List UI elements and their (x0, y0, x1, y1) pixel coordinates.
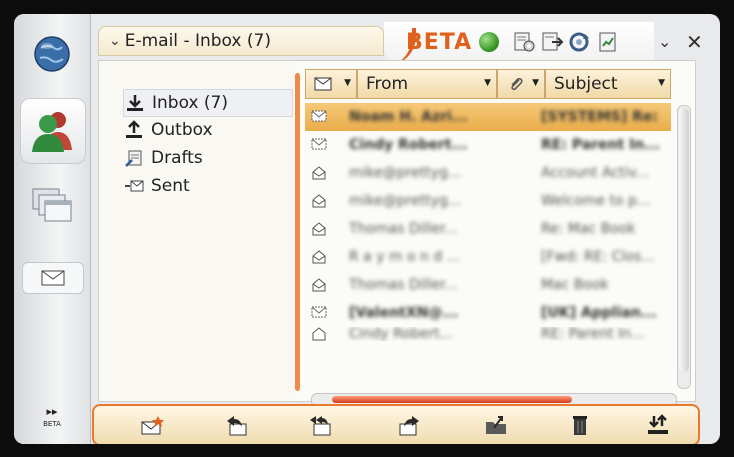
message-subject: Account Activ... (541, 165, 649, 181)
sync-icon[interactable] (568, 30, 592, 54)
sent-icon (123, 176, 145, 196)
send-receive-icon[interactable] (646, 414, 670, 436)
forward-icon[interactable] (398, 414, 422, 436)
message-from: Thomas Diller... (349, 277, 458, 293)
window-title: E-mail - Inbox (7) (124, 31, 271, 51)
device-screen: ▸▸ BETA ⌄ E-mail - Inbox (7) BETA ⌄ ✕ In… (14, 14, 720, 444)
column-label: From (366, 74, 409, 94)
drafts-icon (123, 148, 145, 168)
message-row[interactable]: Thomas Diller... Mac Book (305, 271, 671, 299)
message-from: R a y m o n d ... (349, 249, 461, 265)
read-envelope-icon (311, 193, 329, 209)
sort-arrow-icon: ▼ (484, 78, 491, 88)
message-subject: [UK] Applian... (541, 305, 657, 321)
export-icon[interactable] (540, 30, 564, 54)
message-row[interactable]: Cindy Robert... RE: Parent In... (305, 327, 671, 341)
sort-arrow-icon: ▼ (344, 78, 351, 88)
message-subject: Welcome to p... (541, 193, 651, 209)
message-from: [ValentXN@... (349, 305, 459, 321)
read-envelope-icon (311, 221, 329, 237)
message-rows: Noam H. Azri... [SYSTEMS] Re: Cindy Robe… (305, 101, 671, 389)
folder-label: Drafts (151, 148, 203, 168)
message-row[interactable]: Noam H. Azri... [SYSTEMS] Re: (305, 103, 671, 131)
more-apps-button[interactable]: ▸▸ BETA (32, 406, 72, 430)
read-envelope-icon (311, 327, 329, 341)
sort-arrow-icon: ▼ (532, 78, 539, 88)
bottom-toolbar (92, 404, 700, 444)
attachment-icon (508, 76, 524, 92)
message-row[interactable]: Thomas Diller... Re: Mac Book (305, 215, 671, 243)
email-app-icon[interactable] (22, 262, 84, 294)
message-from: Thomas Diller... (349, 221, 458, 237)
message-subject: [SYSTEMS] Re: (541, 109, 658, 125)
message-from: mike@prettyg... (349, 165, 462, 181)
more-arrows-icon: ▸▸ (46, 405, 58, 418)
message-row[interactable]: R a y m o n d ... [Fwd: RE: Clos... (305, 243, 671, 271)
unread-envelope-icon (311, 305, 329, 321)
new-message-icon[interactable] (140, 414, 164, 436)
read-envelope-icon (311, 249, 329, 265)
report-icon[interactable] (596, 30, 620, 54)
title-tab[interactable]: ⌄ E-mail - Inbox (7) (98, 26, 384, 56)
mail-content: Inbox (7) Outbox Drafts Sent ▼ From ▼ ▼ … (98, 60, 696, 407)
move-to-folder-icon[interactable] (484, 414, 508, 436)
folder-inbox[interactable]: Inbox (7) (123, 89, 293, 117)
message-row[interactable]: Cindy Robert... RE: Parent In... (305, 131, 671, 159)
folder-sent[interactable]: Sent (123, 173, 291, 199)
message-from: Noam H. Azri... (349, 109, 468, 125)
inbox-icon (124, 93, 146, 113)
outbox-icon (123, 120, 145, 140)
read-envelope-icon (311, 277, 329, 293)
settings-icon[interactable] (512, 30, 536, 54)
chevron-down-icon[interactable]: ⌄ (109, 33, 121, 49)
sort-arrow-icon: ▼ (658, 78, 665, 88)
globe-icon[interactable] (20, 22, 84, 86)
envelope-icon (314, 77, 332, 91)
message-row[interactable]: mike@prettyg... Account Activ... (305, 159, 671, 187)
reply-all-icon[interactable] (308, 414, 332, 436)
delete-icon[interactable] (568, 414, 592, 436)
column-attachment[interactable]: ▼ (497, 69, 545, 99)
folder-label: Sent (151, 176, 190, 196)
read-envelope-icon (311, 165, 329, 181)
message-row[interactable]: [ValentXN@... [UK] Applian... (305, 299, 671, 327)
windows-icon[interactable] (20, 174, 84, 238)
reply-icon[interactable] (224, 414, 248, 436)
horizontal-scroll-thumb[interactable] (332, 396, 572, 403)
task-sidebar: ▸▸ BETA (14, 14, 91, 444)
message-row[interactable]: mike@prettyg... Welcome to p... (305, 187, 671, 215)
vertical-scroll-thumb[interactable] (679, 108, 689, 372)
folder-list: Inbox (7) Outbox Drafts Sent (99, 61, 295, 401)
message-list-pane: ▼ From ▼ ▼ Subject ▼ Noam H. Azri... [SY… (305, 65, 691, 407)
unread-envelope-icon (311, 109, 329, 125)
folder-label: Inbox (7) (152, 93, 229, 113)
message-from: Cindy Robert... (349, 327, 453, 341)
column-from[interactable]: From ▼ (357, 69, 497, 99)
message-from: Cindy Robert... (349, 137, 468, 153)
folder-outbox[interactable]: Outbox (123, 117, 291, 143)
minimize-icon[interactable]: ⌄ (658, 32, 671, 51)
unread-envelope-icon (311, 137, 329, 153)
email-window: ⌄ E-mail - Inbox (7) BETA ⌄ ✕ Inbox (7) … (92, 22, 718, 444)
pane-divider[interactable] (295, 73, 300, 391)
message-subject: [Fwd: RE: Clos... (541, 249, 655, 265)
message-subject: RE: Parent In... (541, 137, 661, 153)
column-subject[interactable]: Subject ▼ (545, 69, 671, 99)
more-beta-label: BETA (43, 420, 61, 428)
online-status-icon[interactable] (479, 32, 499, 52)
close-icon[interactable]: ✕ (686, 30, 703, 54)
folder-label: Outbox (151, 120, 213, 140)
message-subject: Mac Book (541, 277, 609, 293)
folder-drafts[interactable]: Drafts (123, 145, 291, 171)
column-label: Subject (554, 74, 618, 94)
vertical-scrollbar[interactable] (677, 105, 691, 389)
beta-badge: BETA (406, 30, 473, 55)
message-from: mike@prettyg... (349, 193, 462, 209)
column-status[interactable]: ▼ (305, 69, 357, 99)
message-subject: Re: Mac Book (541, 221, 636, 237)
contacts-icon[interactable] (20, 98, 86, 164)
title-bar: ⌄ E-mail - Inbox (7) BETA ⌄ ✕ (92, 22, 718, 66)
message-subject: RE: Parent In... (541, 327, 645, 341)
